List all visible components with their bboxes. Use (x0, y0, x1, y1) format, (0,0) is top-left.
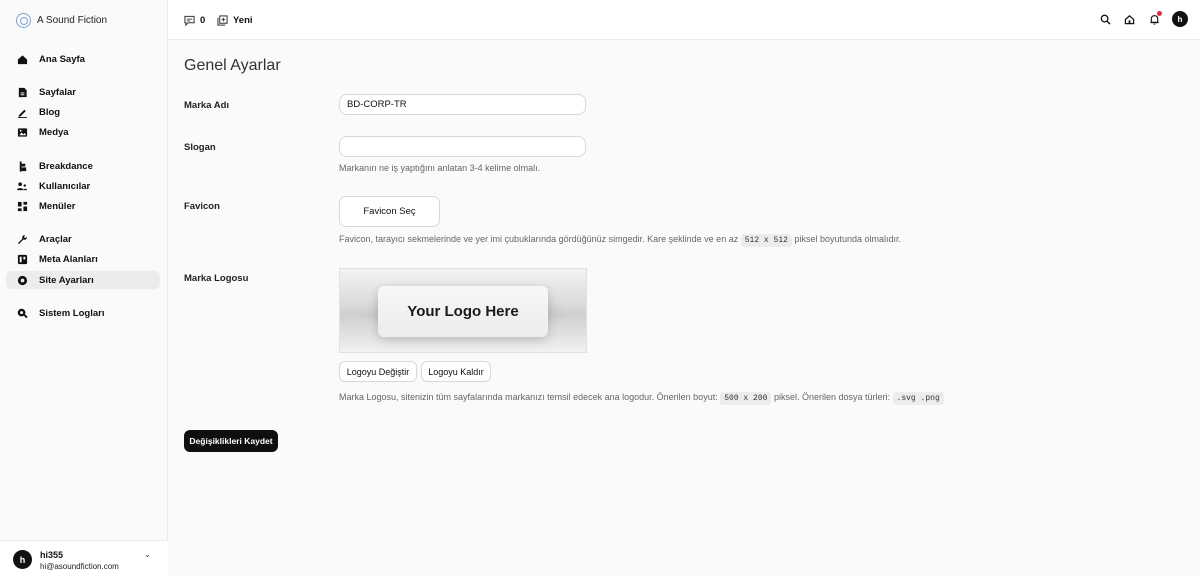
brand[interactable]: A Sound Fiction (16, 12, 107, 28)
home-icon (16, 53, 28, 65)
avatar: h (13, 550, 32, 569)
logo-help-text: Marka Logosu, sitenizin tüm sayfalarında… (339, 392, 718, 402)
new-button[interactable]: Yeni (217, 13, 253, 27)
logo-help: Marka Logosu, sitenizin tüm sayfalarında… (339, 392, 944, 405)
logo-size-code: 500 x 200 (720, 392, 772, 405)
page-title: Genel Ayarlar (184, 57, 281, 74)
page-icon (16, 86, 28, 98)
sidebar-item-label: Meta Alanları (39, 253, 98, 265)
wrench-icon (16, 233, 28, 245)
sidebar-item-menuler[interactable]: Menüler (6, 197, 160, 215)
bell-icon[interactable] (1147, 11, 1162, 26)
sidebar-item-breakdance[interactable]: Breakdance (6, 157, 160, 175)
sidebar-item-label: Ana Sayfa (39, 53, 85, 65)
logo-help-text-middle: piksel. Önerilen dosya türleri: (773, 392, 891, 402)
home-icon[interactable] (1122, 12, 1136, 26)
favicon-size-code: 512 x 512 (740, 234, 792, 247)
sidebar: A Sound Fiction Ana Sayfa Sayfalar Blog … (0, 0, 168, 576)
sidebar-item-label: Breakdance (39, 160, 93, 172)
comments-count: 0 (200, 14, 206, 26)
favicon-help: Favicon, tarayıcı sekmelerinde ve yer im… (339, 234, 902, 247)
brand-logo-icon (16, 12, 31, 28)
topbar: 0 Yeni h (168, 0, 1200, 40)
sidebar-item-ana-sayfa[interactable]: Ana Sayfa (6, 50, 160, 68)
favicon-help-text: Favicon, tarayıcı sekmelerinde ve yer im… (339, 234, 739, 244)
brand-name-label: Marka Adı (184, 100, 230, 111)
sidebar-item-label: Medya (39, 126, 69, 138)
logo-filetypes-code: .svg .png (892, 392, 944, 405)
comment-icon (184, 15, 195, 26)
slogan-help: Markanın ne iş yaptığını anlatan 3-4 kel… (339, 163, 541, 173)
sidebar-item-sayfalar[interactable]: Sayfalar (6, 83, 160, 101)
users-icon (16, 180, 28, 192)
sidebar-item-medya[interactable]: Medya (6, 123, 160, 141)
user-email: hi@asoundfiction.com (40, 562, 119, 571)
user-menu[interactable]: h hi355 hi@asoundfiction.com ⌄ (0, 540, 168, 576)
logo-preview: Your Logo Here (339, 268, 587, 353)
new-label: Yeni (233, 14, 253, 26)
logo-label: Marka Logosu (184, 273, 249, 284)
sidebar-item-sistem-loglari[interactable]: Sistem Logları (6, 304, 160, 322)
brand-name: A Sound Fiction (37, 14, 108, 26)
user-name: hi355 (40, 550, 64, 560)
search-icon[interactable] (1098, 12, 1112, 26)
favicon-label: Favicon (184, 201, 220, 212)
pencil-icon (16, 106, 28, 118)
sidebar-item-label: Site Ayarları (39, 274, 94, 286)
image-icon (16, 126, 28, 138)
avatar[interactable]: h (1172, 11, 1188, 27)
sidebar-item-label: Kullanıcılar (39, 180, 91, 192)
sidebar-item-label: Menüler (39, 200, 76, 212)
main-content: Genel Ayarlar Marka Adı Slogan Markanın … (168, 41, 1200, 576)
settings-icon (16, 274, 28, 286)
sidebar-item-araclar[interactable]: Araçlar (6, 230, 160, 248)
grid-icon (16, 200, 28, 212)
sidebar-item-site-ayarlari[interactable]: Site Ayarları (6, 271, 160, 289)
slogan-label: Slogan (184, 142, 216, 153)
sidebar-item-label: Sistem Logları (39, 307, 105, 319)
sidebar-item-blog[interactable]: Blog (6, 103, 160, 121)
remove-logo-button[interactable]: Logoyu Kaldır (421, 361, 491, 382)
sidebar-item-label: Sayfalar (39, 86, 76, 98)
sidebar-item-label: Araçlar (39, 233, 72, 245)
brand-name-input[interactable] (339, 94, 586, 115)
slogan-input[interactable] (339, 136, 586, 157)
breakdance-icon (16, 160, 28, 172)
meta-icon (16, 253, 28, 265)
favicon-help-text-end: piksel boyutunda olmalıdır. (794, 234, 902, 244)
log-search-icon (16, 307, 28, 319)
notification-dot (1157, 11, 1162, 16)
comments-button[interactable]: 0 (184, 13, 205, 27)
new-page-icon (217, 14, 228, 26)
logo-preview-text: Your Logo Here (378, 286, 548, 337)
sidebar-item-label: Blog (39, 106, 61, 118)
chevron-down-icon[interactable]: ⌄ (144, 550, 151, 559)
sidebar-item-meta-alanlari[interactable]: Meta Alanları (6, 250, 160, 268)
save-changes-button[interactable]: Değişiklikleri Kaydet (184, 430, 278, 452)
favicon-select-button[interactable]: Favicon Seç (339, 196, 440, 227)
change-logo-button[interactable]: Logoyu Değiştir (339, 361, 417, 382)
sidebar-item-kullanicilar[interactable]: Kullanıcılar (6, 177, 160, 195)
